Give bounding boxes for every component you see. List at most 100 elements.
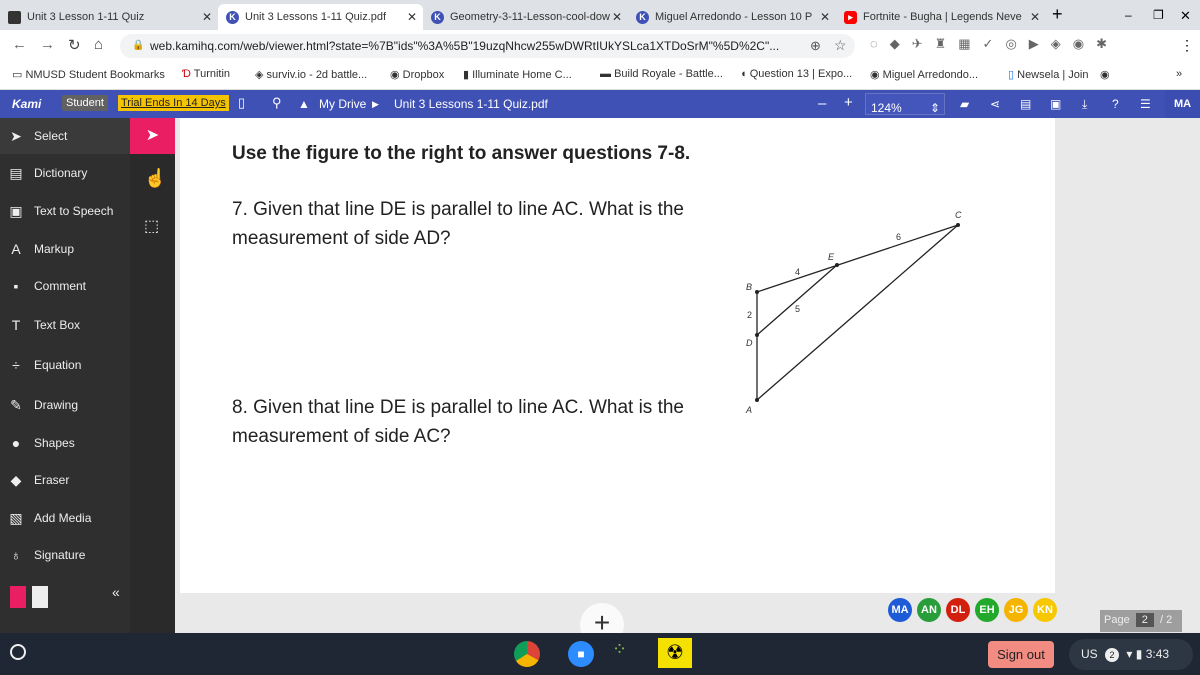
bookmark[interactable]: ◈ surviv.io - 2d battle... [255, 68, 367, 81]
url-text: web.kamihq.com/web/viewer.html?state=%7B… [150, 39, 780, 53]
menu-icon[interactable]: ⋮ [1180, 37, 1194, 54]
bookmark[interactable]: ▬ Build Royale - Battle... [600, 68, 723, 80]
restore-button[interactable]: ❐ [1153, 8, 1164, 22]
file-name: Unit 3 Lessons 1-11 Quiz.pdf [394, 97, 548, 111]
sidebar-item-signature[interactable]: ♁ Signature [0, 537, 130, 573]
collaborator-avatar[interactable]: DL [946, 598, 970, 622]
app-icon[interactable]: ⁘ [612, 639, 627, 660]
question-8: 8. Given that line DE is parallel to lin… [232, 397, 684, 418]
sidebar-item-label: Signature [34, 548, 86, 562]
radiation-app-icon[interactable]: ☢ [658, 638, 692, 668]
sidebar-item-text-to-speech[interactable]: ▣ Text to Speech [0, 193, 130, 229]
star-icon[interactable]: ☆ [834, 37, 847, 54]
trial-link[interactable]: Trial Ends In 14 Days [118, 95, 229, 111]
download-icon[interactable]: ⤓ [1082, 97, 1087, 112]
collaborator-avatar[interactable]: MA [888, 598, 912, 622]
sidebar-item-add-media[interactable]: ▧ Add Media [0, 500, 130, 536]
tab-fortnite[interactable]: ▸ Fortnite - Bugha | Legends Neve ✕ [836, 4, 1046, 30]
url-input[interactable]: 🔒 web.kamihq.com/web/viewer.html?state=%7… [120, 34, 855, 58]
tab-miguel[interactable]: K Miguel Arredondo - Lesson 10 P ✕ [628, 4, 836, 30]
sidebar-item-shapes[interactable]: ● Shapes [0, 425, 130, 461]
close-icon[interactable]: ✕ [612, 10, 622, 24]
bookmark[interactable]: ◖ Question 13 | Expo... [740, 68, 852, 80]
zoom-app-icon[interactable]: ■ [568, 641, 594, 667]
bookmark[interactable]: ▮ Illuminate Home C... [463, 68, 572, 81]
sidebar-item-markup[interactable]: A Markup [0, 231, 130, 267]
more-bookmarks-icon[interactable]: » [1176, 68, 1182, 80]
tab-label: Fortnite - Bugha | Legends Neve [863, 11, 1022, 23]
zoom-out-button[interactable]: – [818, 95, 826, 112]
new-tab-button[interactable]: + [1052, 4, 1063, 25]
sidebar-toggle-icon[interactable]: ▯ [238, 95, 245, 111]
my-drive-link[interactable]: My Drive [319, 97, 366, 111]
sign-out-button[interactable]: Sign out [988, 641, 1054, 668]
text-select-icon[interactable]: ⬚ [144, 216, 159, 236]
brush-icon: ✎ [10, 396, 22, 413]
zoom-select[interactable]: 124% ⇕ [865, 93, 945, 115]
zoom-in-button[interactable]: + [844, 94, 853, 111]
cursor-icon[interactable]: ➤ [130, 118, 175, 154]
sidebar-item-dictionary[interactable]: ▤ Dictionary [0, 155, 130, 191]
collaborator-avatar[interactable]: KN [1033, 598, 1057, 622]
forward-button[interactable]: → [40, 36, 55, 53]
sidebar-item-text-box[interactable]: T Text Box [0, 307, 130, 343]
bookmark-label: surviv.io - 2d battle... [266, 69, 368, 81]
menu-icon[interactable]: ☰ [1140, 97, 1151, 111]
save-icon[interactable]: ▣ [1050, 97, 1061, 111]
classroom-icon [8, 10, 21, 24]
label-BE: 4 [795, 267, 800, 277]
collaborator-avatar[interactable]: EH [975, 598, 999, 622]
home-button[interactable]: ⌂ [94, 36, 103, 53]
sidebar-item-select[interactable]: ➤ Select [0, 118, 130, 154]
sidebar-item-drawing[interactable]: ✎ Drawing [0, 387, 130, 423]
minimize-button[interactable]: – [1125, 8, 1132, 22]
chrome-icon[interactable] [514, 641, 540, 667]
bookmark-label: Illuminate Home C... [472, 69, 572, 81]
bookmark-label: Newsela | Join [1017, 69, 1089, 81]
zoom-icon[interactable]: ⊕ [810, 38, 821, 54]
bookmark[interactable]: ◉ Miguel Arredondo... [870, 68, 978, 81]
hand-icon[interactable]: ☝ [144, 168, 166, 189]
reload-button[interactable]: ↻ [68, 36, 81, 54]
close-window-button[interactable]: ✕ [1180, 8, 1191, 24]
status-tray[interactable]: US 2 ▾ ▮ 3:43 [1069, 639, 1193, 670]
tab-pdf[interactable]: K Unit 3 Lessons 1-11 Quiz.pdf ✕ [218, 4, 423, 30]
page-input[interactable]: 2 [1135, 613, 1154, 627]
search-icon[interactable]: ⚲ [272, 95, 282, 111]
bookmarks-bar: ▭ NMUSD Student Bookmarks Ɗ Turnitin ◈ s… [0, 62, 1200, 90]
extensions-icons[interactable]: ◌◆✈♜▦✓◎▶◈◉✱ [870, 36, 1119, 52]
collaborator-avatar[interactable]: AN [917, 598, 941, 622]
share-icon[interactable]: ⋖ [990, 97, 1000, 111]
tab-geometry[interactable]: K Geometry-3-11-Lesson-cool-dow ✕ [423, 4, 628, 30]
user-avatar[interactable]: MA [1165, 90, 1200, 118]
close-icon[interactable]: ✕ [202, 10, 212, 24]
launcher-icon[interactable] [10, 644, 26, 660]
kami-icon: K [636, 10, 649, 24]
folder-icon[interactable]: ▰ [960, 97, 969, 111]
close-icon[interactable]: ✕ [407, 10, 417, 24]
sidebar-item-label: Drawing [34, 398, 79, 412]
bookmark-label: NMUSD Student Bookmarks [25, 69, 165, 81]
globe-icon[interactable]: ◉ [1100, 68, 1110, 81]
bookmark[interactable]: ◉ Dropbox [390, 68, 444, 81]
color-swatch[interactable] [32, 586, 48, 608]
tab-label: Unit 3 Lesson 1-11 Quiz [27, 11, 145, 23]
bookmark[interactable]: Ɗ Turnitin [182, 68, 230, 80]
help-icon[interactable]: ? [1112, 97, 1119, 111]
sidebar-item-comment[interactable]: ▪ Comment [0, 268, 130, 304]
sidebar-item-eraser[interactable]: ◆ Eraser [0, 462, 130, 498]
tab-strip: Unit 3 Lesson 1-11 Quiz ✕ K Unit 3 Lessons… [0, 0, 1200, 30]
bookmark[interactable]: ▯ Newsela | Join [1008, 68, 1088, 81]
collaborator-avatar[interactable]: JG [1004, 598, 1028, 622]
back-button[interactable]: ← [12, 36, 27, 53]
collapse-icon[interactable]: « [112, 584, 120, 600]
close-icon[interactable]: ✕ [820, 10, 830, 24]
shapes-icon: ● [11, 435, 21, 451]
close-icon[interactable]: ✕ [1030, 10, 1040, 24]
print-icon[interactable]: ▤ [1020, 97, 1031, 111]
sidebar-item-equation[interactable]: ÷ Equation [0, 347, 130, 383]
tab-quiz[interactable]: Unit 3 Lesson 1-11 Quiz ✕ [0, 4, 218, 30]
eraser-icon: ◆ [10, 471, 22, 488]
color-swatch[interactable] [10, 586, 26, 608]
bookmark-folder[interactable]: ▭ NMUSD Student Bookmarks [12, 68, 165, 81]
